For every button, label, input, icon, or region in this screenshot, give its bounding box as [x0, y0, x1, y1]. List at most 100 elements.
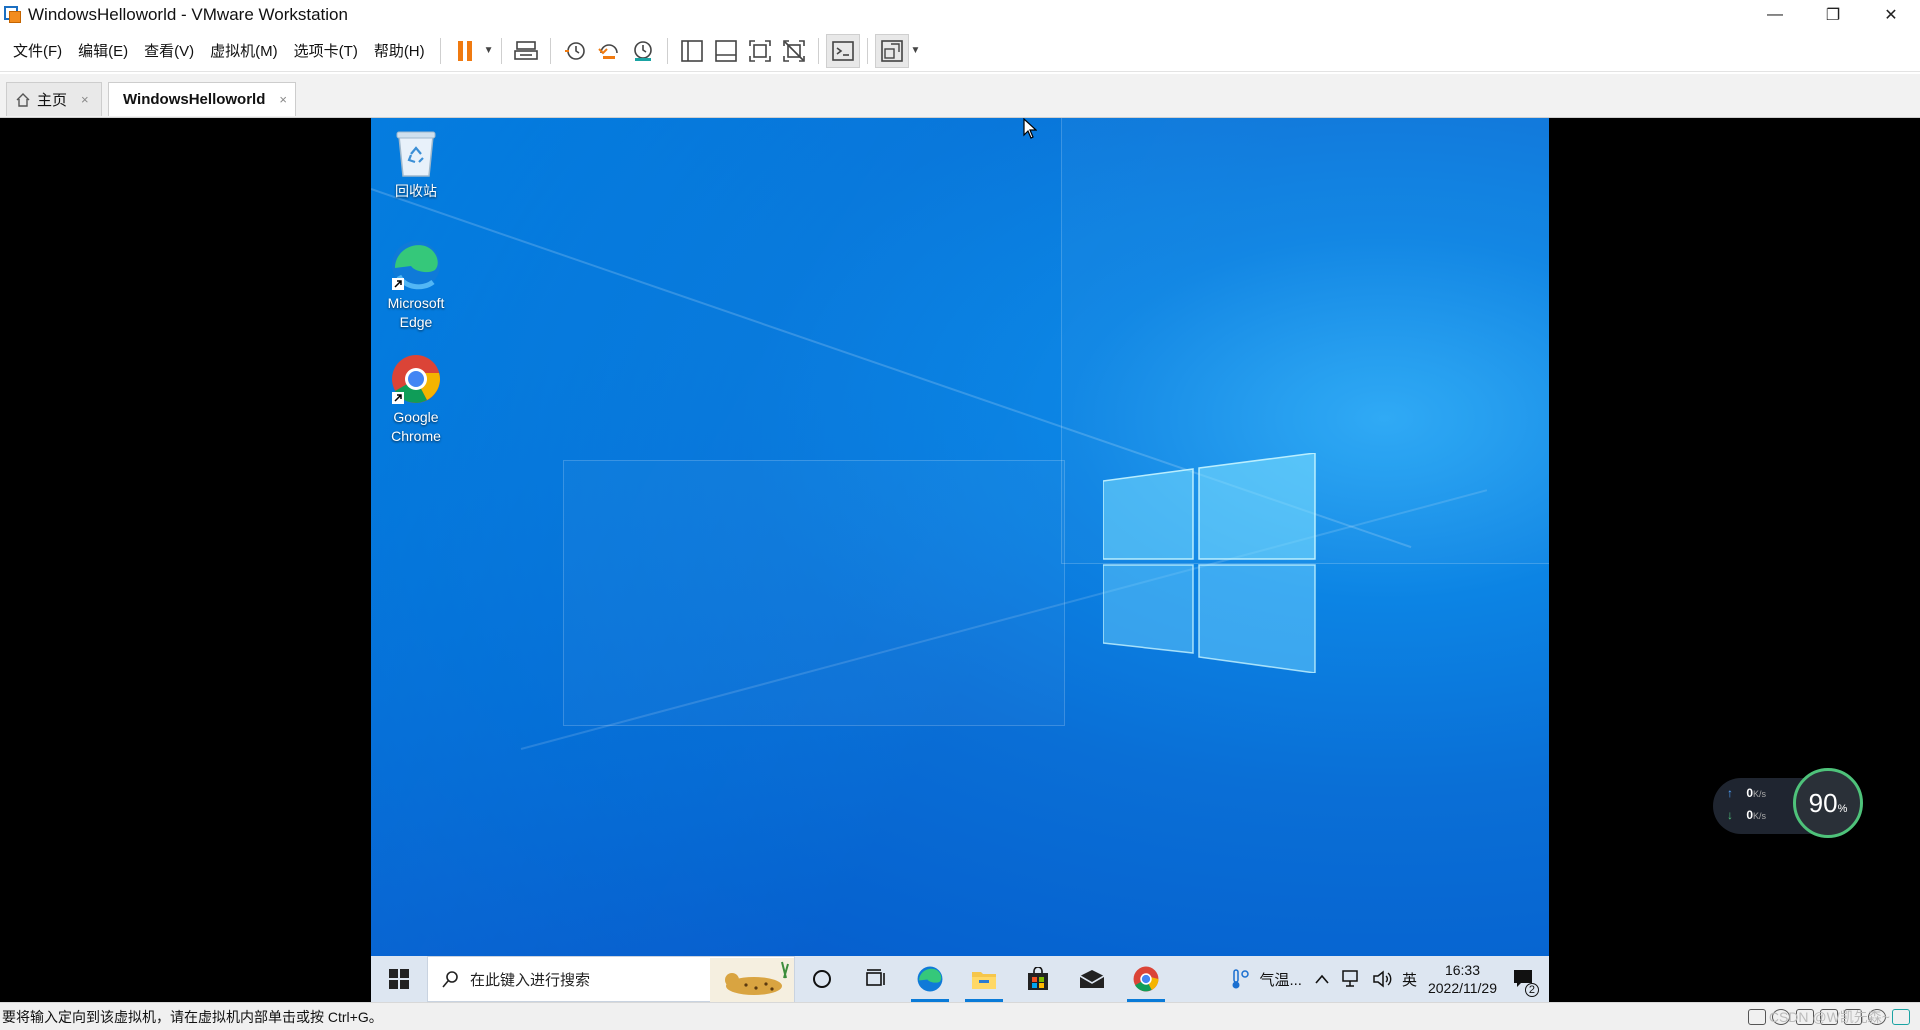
mail-icon: [1079, 970, 1105, 988]
desktop-icon-recycle-bin[interactable]: 回收站: [377, 126, 455, 201]
csdn-watermark: CSDN @W凯先森~: [1768, 1009, 1890, 1025]
tab-home[interactable]: 主页 ×: [6, 82, 102, 116]
sidebar-layout-icon: [680, 39, 703, 62]
toolbar-separator: [666, 37, 668, 64]
network-speed-widget[interactable]: ↑ 0K/s ↓ 0K/s 90%: [1713, 766, 1863, 838]
volume-tray-button[interactable]: [1367, 970, 1397, 988]
status-bar: 要将输入定向到该虚拟机，请在虚拟机内部单击或按 Ctrl+G。 CSDN @W凯…: [0, 1002, 1920, 1030]
vm-console[interactable]: 回收站 Microsoft Edge Google Chrome 在此键入进行搜…: [0, 118, 1920, 1002]
cortana-circle-icon: [813, 970, 831, 988]
upload-speed: ↑ 0K/s: [1727, 786, 1767, 800]
menu-edit[interactable]: 编辑(E): [70, 30, 136, 72]
edge-icon: [917, 966, 943, 992]
snapshot-manager-button[interactable]: [626, 34, 660, 68]
show-hidden-icons-button[interactable]: [1307, 974, 1337, 984]
windows-logo-wallpaper: [1103, 453, 1316, 673]
store-bag-icon: [1028, 967, 1048, 990]
taskbar-mail-button[interactable]: [1065, 956, 1119, 1002]
weather-text: 气温...: [1259, 971, 1302, 989]
show-thumbnail-button[interactable]: [709, 34, 743, 68]
snapshot-button[interactable]: [558, 34, 592, 68]
unity-button[interactable]: [777, 34, 811, 68]
thermometer-icon: [1232, 969, 1250, 989]
stretch-icon: [880, 39, 903, 62]
toolbar-separator: [866, 37, 868, 64]
menu-vm[interactable]: 虚拟机(M): [202, 30, 286, 72]
home-icon: [16, 92, 30, 107]
folder-icon: [972, 972, 996, 989]
memory-percent-value: 90: [1808, 787, 1838, 818]
menu-view[interactable]: 查看(V): [136, 30, 202, 72]
keyboard-send-icon: [513, 40, 538, 60]
menu-toolbar: 文件(F) 编辑(E) 查看(V) 虚拟机(M) 选项卡(T) 帮助(H) ▼: [0, 30, 1920, 72]
edge-icon: [392, 241, 440, 290]
pause-dropdown-icon[interactable]: ▼: [484, 45, 494, 56]
upload-unit: K/s: [1753, 789, 1767, 799]
taskbar-store-button[interactable]: [1011, 956, 1065, 1002]
taskbar-clock[interactable]: 16:33 2022/11/29: [1422, 961, 1503, 997]
unity-icon: [782, 39, 805, 62]
desktop-icon-chrome[interactable]: Google Chrome: [377, 352, 455, 446]
taskbar-edge-button[interactable]: [903, 956, 957, 1002]
guest-desktop[interactable]: 回收站 Microsoft Edge Google Chrome 在此键入进行搜…: [371, 118, 1549, 1002]
pause-icon: [457, 40, 472, 61]
desktop-icon-edge[interactable]: Microsoft Edge: [377, 238, 455, 332]
toolbar-separator: [500, 37, 502, 64]
thumbnail-layout-icon: [714, 39, 737, 62]
taskbar-file-explorer-button[interactable]: [957, 956, 1011, 1002]
clock-time: 16:33: [1444, 962, 1480, 978]
vmware-window: WindowsHelloworld - VMware Workstation —…: [0, 0, 1920, 1030]
message-log-icon[interactable]: [1892, 1009, 1910, 1025]
ghost-window-outline: [563, 460, 1065, 726]
toolbar-separator: [817, 37, 819, 64]
tab-vm-close-icon[interactable]: ×: [279, 92, 287, 107]
edge-label-line1: Microsoft: [387, 295, 445, 311]
snapshot-manager-icon: [633, 40, 652, 61]
restore-button[interactable]: ❐: [1804, 0, 1862, 30]
tab-bar: 主页 × WindowsHelloworld ×: [0, 74, 1920, 118]
chrome-icon: [1133, 966, 1159, 992]
hard-disk-icon[interactable]: [1748, 1009, 1766, 1025]
show-library-button[interactable]: [675, 34, 709, 68]
window-controls: — ❐ ✕: [1746, 0, 1920, 30]
minimize-button[interactable]: —: [1746, 0, 1804, 30]
task-view-button[interactable]: [849, 956, 903, 1002]
stretch-guest-button[interactable]: [874, 33, 909, 68]
menu-help[interactable]: 帮助(H): [366, 30, 433, 72]
notification-count-badge: 2: [1524, 983, 1539, 997]
tab-home-close-icon[interactable]: ×: [81, 92, 89, 107]
send-ctrl-alt-del-button[interactable]: [509, 34, 543, 68]
taskbar-search-input[interactable]: 在此键入进行搜索: [427, 956, 795, 1002]
memory-percent-sign: %: [1837, 802, 1848, 815]
task-view-icon: [866, 969, 885, 986]
console-view-button[interactable]: [825, 33, 860, 68]
menu-file[interactable]: 文件(F): [5, 30, 70, 72]
system-tray: 气温... 英 16:33 2022/11/29 2: [1224, 956, 1549, 1002]
weather-widget[interactable]: 气温...: [1224, 968, 1307, 990]
cortana-button[interactable]: [795, 956, 849, 1002]
stretch-dropdown-icon[interactable]: ▼: [911, 45, 921, 56]
tab-windowshelloworld[interactable]: WindowsHelloworld ×: [108, 82, 296, 116]
window-title: WindowsHelloworld - VMware Workstation: [28, 5, 348, 24]
close-button[interactable]: ✕: [1862, 0, 1920, 30]
input-language-button[interactable]: 英: [1397, 969, 1422, 990]
edge-label-line2: Edge: [399, 314, 433, 330]
windows-start-icon: [389, 969, 409, 989]
chrome-label-line1: Google: [393, 409, 439, 425]
download-speed: ↓ 0K/s: [1727, 808, 1767, 822]
snapshot-clock-icon: [564, 41, 585, 60]
fullscreen-icon: [748, 39, 771, 62]
revert-snapshot-button[interactable]: [592, 34, 626, 68]
pause-button[interactable]: [448, 34, 482, 68]
start-button[interactable]: [371, 956, 427, 1002]
network-icon: [1342, 970, 1358, 987]
recycle-bin-icon: [396, 131, 436, 177]
mouse-cursor-icon: [1023, 118, 1037, 139]
action-center-button[interactable]: 2: [1503, 969, 1549, 997]
menu-tabs[interactable]: 选项卡(T): [286, 30, 366, 72]
revert-snapshot-icon: [597, 43, 618, 59]
network-tray-button[interactable]: [1337, 970, 1367, 988]
download-unit: K/s: [1753, 811, 1767, 821]
full-screen-button[interactable]: [743, 34, 777, 68]
taskbar-chrome-button[interactable]: [1119, 956, 1173, 1002]
